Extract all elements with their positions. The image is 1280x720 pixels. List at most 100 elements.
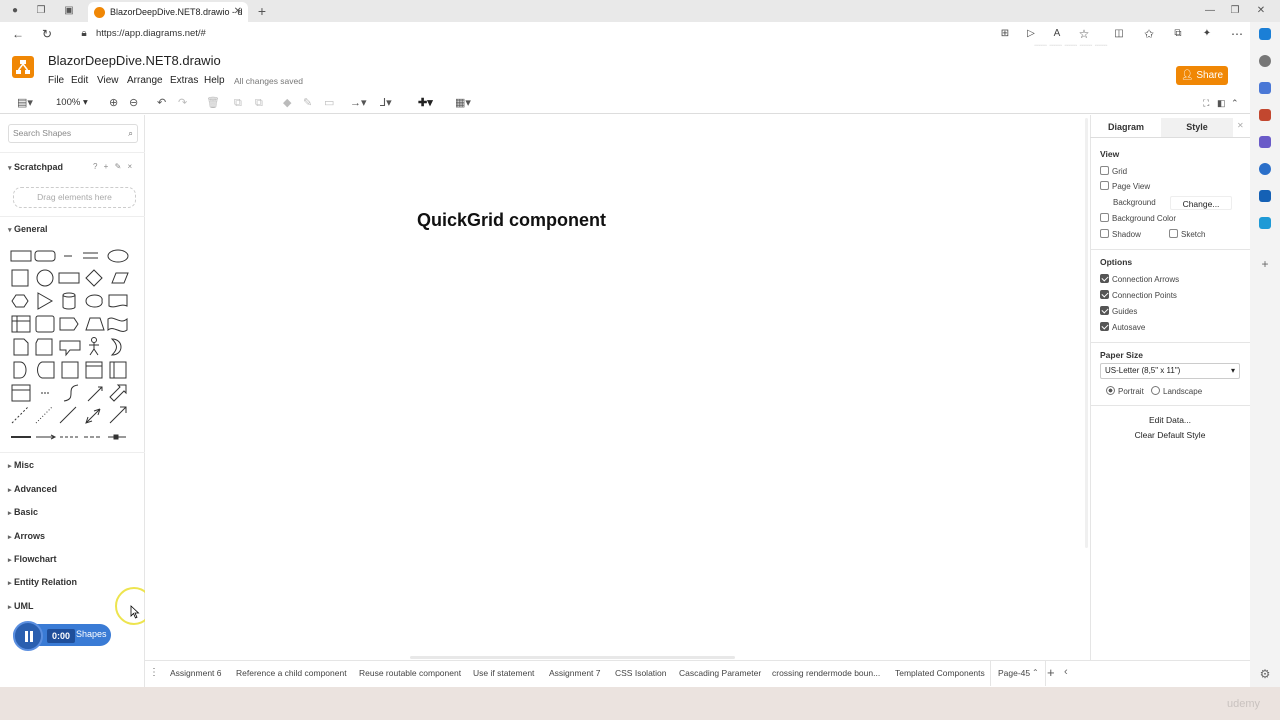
restore-icon[interactable]: ❐: [1228, 4, 1242, 18]
copilot-icon[interactable]: [1259, 28, 1271, 40]
menu-edit[interactable]: Edit: [71, 75, 88, 86]
scroll-tabs-left-icon[interactable]: ‹: [1064, 666, 1068, 678]
clear-default-style-button[interactable]: Clear Default Style: [1100, 428, 1240, 443]
page-tab[interactable]: Assignment 6: [170, 668, 222, 678]
reload-icon[interactable]: ↻: [40, 26, 54, 42]
connection-points-checkbox[interactable]: Connection Points: [1100, 290, 1177, 301]
general-shapes-grid[interactable]: [8, 245, 133, 445]
horizontal-scrollbar[interactable]: [410, 656, 735, 659]
section-misc[interactable]: ▸ Misc: [8, 460, 34, 470]
page-tab-menu-icon[interactable]: ⌃: [1032, 668, 1039, 677]
menu-file[interactable]: File: [48, 75, 64, 86]
section-uml[interactable]: ▸ UML: [8, 601, 34, 611]
format-panel-icon[interactable]: ▤▾: [17, 96, 33, 110]
zoom-in-icon[interactable]: ⊕: [109, 96, 118, 110]
url-field[interactable]: https://app.diagrams.net/#: [96, 26, 206, 42]
sidebar-settings-icon[interactable]: ⚙: [1258, 666, 1272, 682]
page-tab[interactable]: Reuse routable component: [359, 668, 461, 678]
page-tab[interactable]: Use if statement: [473, 668, 534, 678]
connection-arrows-checkbox[interactable]: Connection Arrows: [1100, 274, 1179, 285]
menu-extras[interactable]: Extras: [170, 75, 198, 86]
section-flowchart[interactable]: ▸ Flowchart: [8, 554, 57, 564]
fullscreen-icon[interactable]: ⛶: [1203, 96, 1209, 110]
lock-icon[interactable]: 🔒︎: [77, 26, 91, 42]
tab-diagram[interactable]: Diagram: [1091, 118, 1161, 137]
workspaces-icon[interactable]: ❐: [34, 4, 48, 18]
app-install-icon[interactable]: ⊞: [998, 26, 1012, 42]
table-icon[interactable]: ▦▾: [455, 96, 471, 110]
browser-tab[interactable]: BlazorDeepDive.NET8.drawio - d ✕: [88, 2, 248, 22]
collapse-icon[interactable]: ⌃: [1231, 96, 1239, 110]
background-color-checkbox[interactable]: Background Color: [1100, 213, 1176, 224]
pause-recording-icon[interactable]: [13, 621, 43, 651]
landscape-radio[interactable]: Landscape: [1151, 386, 1202, 396]
menu-view[interactable]: View: [97, 75, 119, 86]
section-entity-relation[interactable]: ▸ Entity Relation: [8, 577, 77, 587]
page-tab[interactable]: CSS Isolation: [615, 668, 667, 678]
scratchpad-dropzone[interactable]: Drag elements here: [13, 187, 136, 208]
diagram-text-quickgrid[interactable]: QuickGrid component: [417, 210, 606, 231]
fill-color-icon[interactable]: ◆: [283, 96, 291, 110]
line-color-icon[interactable]: ✎: [303, 96, 312, 110]
undo-icon[interactable]: ↶: [157, 96, 166, 110]
shadow-checkbox[interactable]: Shadow: [1100, 229, 1141, 240]
guides-checkbox[interactable]: Guides: [1100, 306, 1137, 317]
send-icon[interactable]: [1259, 217, 1271, 229]
waypoints-icon[interactable]: ⅃▾: [380, 96, 392, 110]
page-tab[interactable]: crossing rendermode boun...: [772, 668, 880, 678]
to-back-icon[interactable]: ⧉: [255, 96, 263, 110]
games-icon[interactable]: [1259, 136, 1271, 148]
pages-menu-icon[interactable]: ⋮: [149, 667, 159, 678]
split-screen-icon[interactable]: ◫: [1112, 26, 1126, 42]
scratchpad-header[interactable]: ▾ Scratchpad: [8, 162, 63, 172]
document-title[interactable]: BlazorDeepDive.NET8.drawio: [48, 53, 221, 68]
menu-help[interactable]: Help: [204, 75, 225, 86]
redo-icon[interactable]: ↷: [178, 96, 187, 110]
office-icon[interactable]: [1259, 163, 1271, 175]
zoom-out-icon[interactable]: ⊖: [129, 96, 138, 110]
minimize-icon[interactable]: —: [1203, 4, 1217, 18]
page-view-checkbox[interactable]: Page View: [1100, 181, 1150, 192]
zoom-select[interactable]: 100% ▾: [56, 96, 88, 110]
insert-icon[interactable]: ✚▾: [418, 96, 433, 110]
add-sidebar-icon[interactable]: +: [1258, 256, 1272, 272]
portrait-radio[interactable]: Portrait: [1106, 386, 1144, 396]
tab-actions-icon[interactable]: ▣: [62, 4, 76, 18]
section-general[interactable]: ▾ General: [8, 224, 48, 234]
connection-style-icon[interactable]: →▾: [350, 96, 367, 110]
close-window-icon[interactable]: ✕: [1254, 4, 1268, 18]
search-sidebar-icon[interactable]: [1259, 55, 1271, 67]
delete-icon[interactable]: 🗑︎: [206, 96, 220, 110]
page-tab[interactable]: Reference a child component: [236, 668, 347, 678]
scratchpad-tools[interactable]: ? + ✎ ×: [93, 162, 134, 171]
autosave-checkbox[interactable]: Autosave: [1100, 322, 1145, 333]
section-advanced[interactable]: ▸ Advanced: [8, 484, 57, 494]
edit-data-button[interactable]: Edit Data...: [1100, 413, 1240, 428]
menu-arrange[interactable]: Arrange: [127, 75, 163, 86]
extensions-icon[interactable]: ✦: [1200, 26, 1214, 42]
section-basic[interactable]: ▸ Basic: [8, 507, 38, 517]
search-shapes-input[interactable]: Search Shapes ⌕: [8, 124, 138, 143]
page-tab[interactable]: Cascading Parameter: [679, 668, 761, 678]
section-arrows[interactable]: ▸ Arrows: [8, 531, 45, 541]
new-tab-icon[interactable]: +: [255, 4, 269, 18]
to-front-icon[interactable]: ⧉: [234, 96, 242, 110]
add-page-icon[interactable]: +: [1047, 665, 1055, 680]
shadow-icon[interactable]: ▭: [324, 96, 334, 110]
close-panel-icon[interactable]: ✕: [1237, 121, 1244, 130]
page-tab[interactable]: Assignment 7: [549, 668, 601, 678]
share-button[interactable]: 👤︎ Share: [1176, 66, 1228, 85]
tools-icon[interactable]: [1259, 109, 1271, 121]
favorites-icon[interactable]: ✩: [1142, 26, 1156, 42]
close-tab-icon[interactable]: ✕: [234, 2, 242, 22]
profile-icon[interactable]: ●: [8, 4, 22, 18]
grid-checkbox[interactable]: Grid: [1100, 166, 1127, 177]
tab-style[interactable]: Style: [1161, 118, 1233, 137]
diagram-canvas[interactable]: [145, 115, 1090, 660]
back-icon[interactable]: ←: [11, 26, 25, 42]
page-tab[interactable]: Templated Components: [895, 668, 985, 678]
vertical-scrollbar[interactable]: [1085, 118, 1088, 548]
change-background-button[interactable]: Change...: [1170, 196, 1232, 210]
outlook-icon[interactable]: [1259, 190, 1271, 202]
collections-icon[interactable]: ⧉: [1171, 26, 1185, 42]
